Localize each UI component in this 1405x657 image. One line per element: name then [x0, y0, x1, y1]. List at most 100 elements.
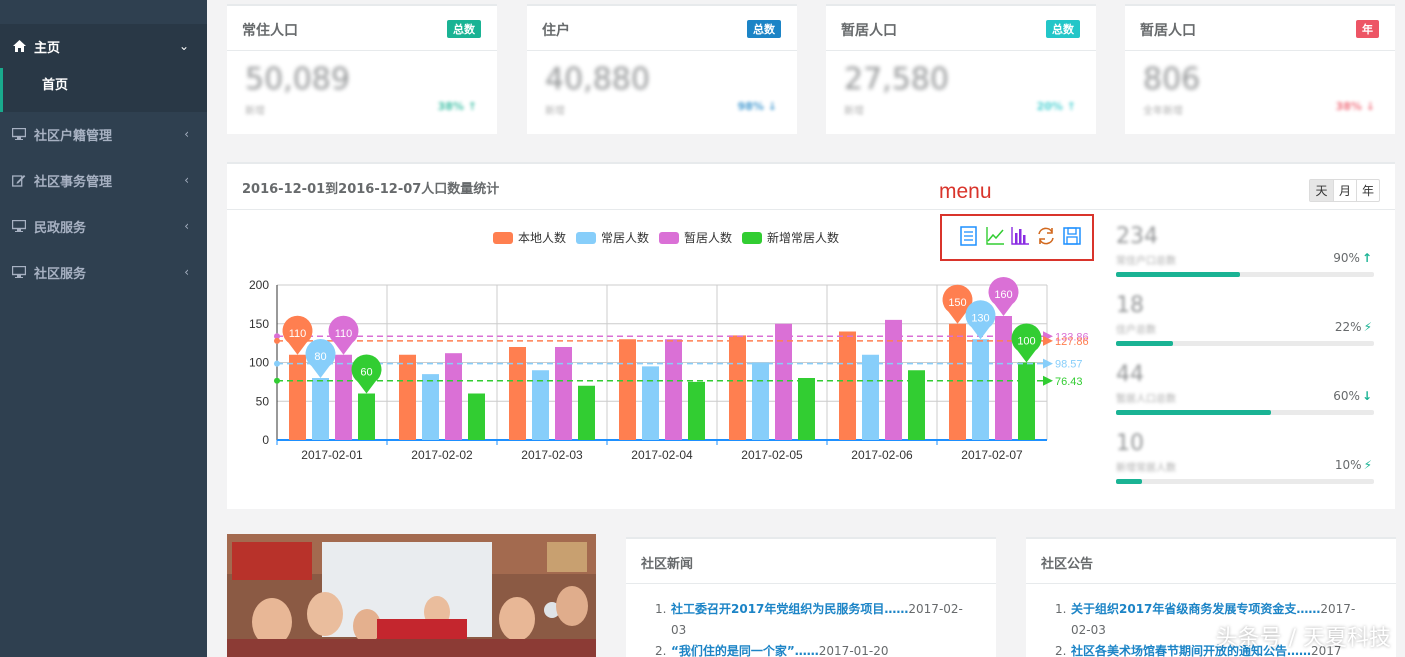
bar	[312, 378, 329, 440]
divider	[1125, 50, 1395, 51]
sidebar-item-home[interactable]: 主页 ⌄	[0, 24, 207, 68]
legend-item-new-permanent[interactable]: 新增常居人数	[742, 229, 839, 246]
legend-label: 常居人数	[601, 231, 650, 245]
stat-badge: 总数	[747, 20, 781, 38]
x-tick-label: 2017-02-06	[851, 448, 913, 462]
mark-point-label: 160	[994, 289, 1012, 301]
stat-card-households: 住户 总数 40,880 新增 98% ↓	[527, 4, 797, 134]
legend-swatch	[742, 231, 762, 244]
sidebar-subitem-homepage[interactable]: 首页	[42, 74, 68, 93]
save-image-icon[interactable]	[1061, 225, 1083, 247]
average-line-label: 76.43	[1055, 376, 1083, 388]
chevron-left-icon: ‹	[184, 265, 189, 279]
divider	[227, 50, 497, 51]
news-link[interactable]: “我们住的是同一个家”……	[671, 644, 819, 657]
stat-value: 27,580	[844, 62, 949, 97]
bar	[798, 378, 815, 440]
news-link[interactable]: 社工委召开2017年党组织为民服务项目……	[671, 602, 908, 616]
news-list: 1. 社工委召开2017年党组织为民服务项目……2017-02-03 2. “我们住…	[655, 599, 971, 657]
sidebar-item-affairs[interactable]: 社区事务管理 ‹	[0, 158, 207, 202]
x-tick-label: 2017-02-01	[301, 448, 363, 462]
y-tick-label: 150	[249, 317, 269, 331]
mark-point-label: 150	[948, 297, 966, 309]
bar	[995, 316, 1012, 440]
legend-item-local[interactable]: 本地人数	[493, 229, 566, 246]
legend-item-permanent[interactable]: 常居人数	[576, 229, 649, 246]
average-line-start	[274, 377, 280, 384]
list-number: 2.	[1055, 644, 1067, 657]
chevron-down-icon: ⌄	[178, 39, 189, 53]
legend-swatch	[659, 231, 679, 244]
bar	[422, 374, 439, 440]
data-view-icon[interactable]	[958, 225, 980, 247]
mark-point-label: 100	[1017, 336, 1035, 348]
mark-point-label: 110	[289, 328, 307, 340]
range-year-button[interactable]: 年	[1356, 180, 1379, 201]
range-month-button[interactable]: 月	[1333, 180, 1356, 201]
mark-point-label: 80	[314, 351, 326, 363]
community-photo	[227, 534, 596, 657]
sidebar-item-label: 主页	[34, 40, 61, 56]
level-down-icon: ↓	[1361, 389, 1372, 403]
right-stat-percent: 90% ↑	[1333, 251, 1372, 265]
sidebar-item-label: 社区事务管理	[34, 174, 113, 190]
x-tick-label: 2017-02-03	[521, 448, 583, 462]
right-stat-progress	[1116, 479, 1374, 484]
bar	[839, 331, 856, 440]
bar	[578, 385, 595, 440]
sidebar-item-services[interactable]: 社区服务 ‹	[0, 250, 207, 294]
restore-icon[interactable]	[1035, 225, 1057, 247]
bar-chart-icon[interactable]	[1009, 225, 1031, 247]
divider	[1026, 583, 1396, 584]
stat-sub-label: 新增	[545, 106, 565, 117]
average-line-start	[274, 337, 280, 344]
line-chart-icon[interactable]	[984, 225, 1006, 247]
bar	[468, 393, 485, 440]
list-number: 1.	[1055, 602, 1067, 616]
home-icon	[12, 39, 26, 53]
right-stat-progress	[1116, 341, 1374, 346]
legend-item-temporary[interactable]: 暂居人数	[659, 229, 732, 246]
bar	[358, 393, 375, 440]
progress-fill	[1116, 272, 1240, 277]
x-tick-label: 2017-02-02	[411, 448, 473, 462]
bar	[885, 319, 902, 440]
mark-point-label: 60	[360, 367, 372, 379]
mark-point-label: 130	[971, 312, 989, 324]
y-tick-label: 50	[256, 394, 270, 408]
stat-card-temporary: 暂居人口 总数 27,580 新增 20% ↑	[826, 4, 1096, 134]
right-stat-value: 44	[1116, 362, 1144, 387]
stat-title: 暂居人口	[841, 23, 897, 39]
progress-fill	[1116, 410, 1271, 415]
bar	[729, 335, 746, 440]
right-stat-label: 暂居人口总数	[1116, 394, 1176, 405]
range-day-button[interactable]: 天	[1310, 180, 1333, 201]
news-date: 2017-01-20	[818, 644, 889, 657]
bar	[752, 362, 769, 440]
y-tick-label: 0	[262, 433, 269, 447]
right-stat-percent: 60% ↓	[1333, 389, 1372, 403]
notice-link[interactable]: 关于组织2017年省级商务发展专项资金支……	[1071, 602, 1320, 616]
average-line-arrow	[1043, 358, 1053, 369]
right-stat-label: 住户总数	[1116, 325, 1156, 336]
sidebar-item-label: 民政服务	[34, 220, 87, 236]
right-stat-percent-text: 60%	[1333, 389, 1360, 403]
right-stat-value: 234	[1116, 224, 1158, 249]
stat-sub-label: 全年新增	[1143, 106, 1183, 117]
watermark: 头条号 / 天夏科技	[1215, 626, 1391, 651]
chevron-left-icon: ‹	[184, 127, 189, 141]
bar	[289, 354, 306, 440]
bar	[335, 354, 352, 440]
desktop-icon	[12, 127, 26, 141]
right-stat-percent: 10% ⚡	[1335, 458, 1372, 472]
sidebar-item-household[interactable]: 社区户籍管理 ‹	[0, 112, 207, 156]
edit-icon	[12, 173, 26, 187]
bar	[399, 354, 416, 440]
range-button-group: 天 月 年	[1309, 179, 1380, 202]
population-bar-chart: 0 50 100 150 200 2017-02-01 2017-02-02 2017-02-…	[249, 277, 1089, 462]
x-tick-label: 2017-02-05	[741, 448, 803, 462]
bolt-icon: ⚡	[1363, 320, 1372, 334]
sidebar-item-civil[interactable]: 民政服务 ‹	[0, 204, 207, 248]
stat-card-temporary-year: 暂居人口 年 806 全年新增 38% ↓	[1125, 4, 1395, 134]
right-stat-progress	[1116, 272, 1374, 277]
